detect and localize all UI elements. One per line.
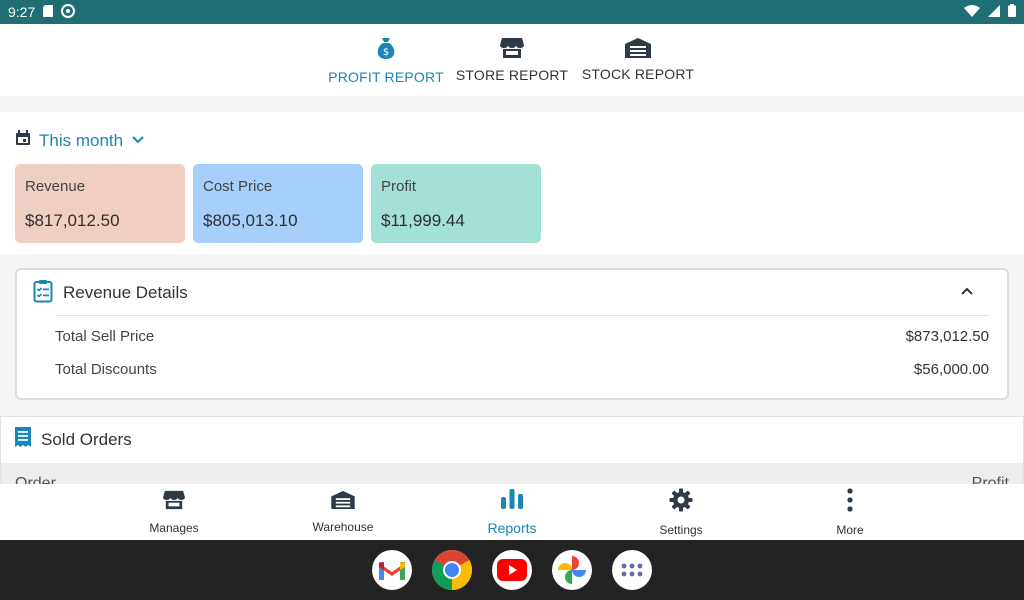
chrome-icon[interactable] xyxy=(432,550,472,590)
chevron-up-icon xyxy=(960,283,974,301)
app-drawer-icon[interactable] xyxy=(612,550,652,590)
bar-chart-icon xyxy=(501,488,523,514)
nav-item-reports[interactable]: Reports xyxy=(428,484,597,540)
detail-label: Total Sell Price xyxy=(55,328,155,345)
sold-orders-header: Sold Orders xyxy=(15,427,132,452)
sold-orders-table-header: Order Profit xyxy=(1,463,1023,485)
revenue-card-title: Revenue xyxy=(25,178,86,195)
wifi-icon xyxy=(964,4,980,20)
bottom-navigation: Manages Warehouse Reports Settings More xyxy=(0,484,1024,540)
tab-store-report-label: STORE REPORT xyxy=(455,67,569,83)
divider-band xyxy=(0,96,1024,112)
tab-stock-report-label: STOCK REPORT xyxy=(581,66,695,82)
period-label: This month xyxy=(39,130,124,150)
status-bar: 9:27 xyxy=(0,0,1024,24)
nav-item-warehouse[interactable]: Warehouse xyxy=(259,484,428,540)
sold-orders-title: Sold Orders xyxy=(41,429,132,449)
revenue-details-title: Revenue Details xyxy=(63,283,188,302)
battery-icon xyxy=(1008,4,1016,20)
cost-price-card-value: $805,013.10 xyxy=(203,211,298,230)
nav-item-manages[interactable]: Manages xyxy=(90,484,259,540)
detail-row-total-discounts: Total Discounts $56,000.00 xyxy=(55,361,989,378)
detail-row-total-sell-price: Total Sell Price $873,012.50 xyxy=(55,328,989,345)
svg-text:$: $ xyxy=(383,47,389,58)
profit-card-title: Profit xyxy=(381,178,417,195)
nav-label-more: More xyxy=(836,522,864,537)
money-bag-icon: $ xyxy=(373,35,399,61)
store-icon xyxy=(500,37,524,59)
detail-label: Total Discounts xyxy=(55,361,157,378)
nav-item-settings[interactable]: Settings xyxy=(597,484,766,540)
nav-label-settings: Settings xyxy=(659,522,703,537)
chevron-down-icon xyxy=(131,132,145,150)
vpn-icon xyxy=(61,3,76,21)
photos-icon[interactable] xyxy=(552,550,592,590)
sd-card-icon xyxy=(43,4,54,20)
calendar-icon xyxy=(15,130,31,151)
nav-item-more[interactable]: More xyxy=(766,484,935,540)
revenue-details-panel: Revenue Details Total Sell Price $873,01… xyxy=(15,268,1009,400)
warehouse-icon xyxy=(625,38,651,58)
summary-section: This month Revenue $817,012.50 Cost Pric… xyxy=(0,112,1024,254)
store-icon xyxy=(163,490,185,515)
gmail-icon[interactable] xyxy=(372,550,412,590)
tab-store-report[interactable]: STORE REPORT xyxy=(449,24,575,96)
nav-label-reports: Reports xyxy=(487,519,537,536)
tab-stock-report[interactable]: STOCK REPORT xyxy=(575,24,701,96)
profit-card-value: $11,999.44 xyxy=(381,211,465,230)
receipt-icon xyxy=(15,427,31,452)
cost-price-card-title: Cost Price xyxy=(203,178,273,195)
clipboard-list-icon xyxy=(33,279,53,308)
profit-card: Profit $11,999.44 xyxy=(371,164,541,243)
revenue-details-header[interactable]: Revenue Details xyxy=(17,270,1007,316)
revenue-card-value: $817,012.50 xyxy=(25,211,120,230)
gear-icon xyxy=(669,488,693,517)
system-dock xyxy=(0,540,1024,600)
signal-icon xyxy=(988,4,1000,20)
collapse-button[interactable] xyxy=(957,282,977,302)
status-time: 9:27 xyxy=(8,4,36,20)
detail-value: $56,000.00 xyxy=(913,361,989,378)
cost-price-card: Cost Price $805,013.10 xyxy=(193,164,363,243)
period-selector[interactable]: This month xyxy=(15,130,145,151)
warehouse-icon xyxy=(330,490,356,514)
sold-orders-section: Sold Orders Order Profit xyxy=(0,416,1024,485)
detail-value: $873,012.50 xyxy=(905,328,989,345)
nav-label-warehouse: Warehouse xyxy=(312,519,374,534)
tab-profit-report-label: PROFIT REPORT xyxy=(328,69,444,85)
youtube-icon[interactable] xyxy=(492,550,532,590)
summary-cards: Revenue $817,012.50 Cost Price $805,013.… xyxy=(15,164,541,243)
details-divider xyxy=(55,315,989,316)
more-vertical-icon xyxy=(847,487,853,517)
revenue-card: Revenue $817,012.50 xyxy=(15,164,185,243)
tab-profit-report[interactable]: $ PROFIT REPORT xyxy=(323,24,449,96)
nav-label-manages: Manages xyxy=(149,520,199,535)
report-tabs: $ PROFIT REPORT STORE REPORT STOCK REPOR… xyxy=(0,24,1024,96)
